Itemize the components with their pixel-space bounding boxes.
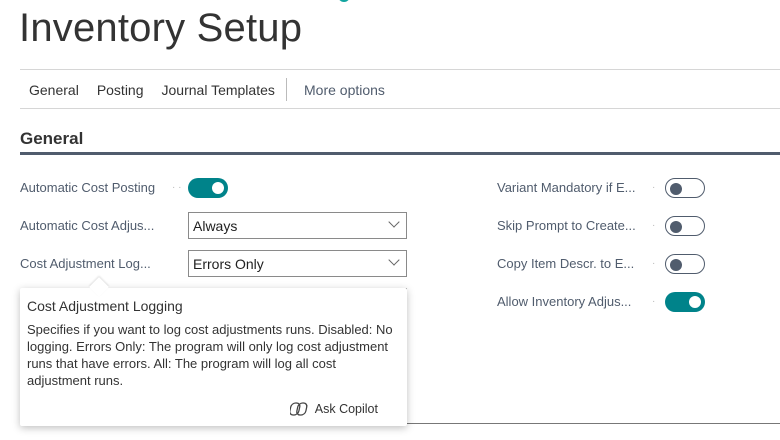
- copy-item-descr-label: Copy Item Descr. to E...: [497, 256, 635, 271]
- chevron-down-icon: [388, 254, 400, 266]
- leader-dots: ·: [652, 182, 656, 193]
- tab-general[interactable]: General: [29, 82, 79, 98]
- variant-mandatory-label: Variant Mandatory if E...: [497, 180, 636, 195]
- copilot-icon: [289, 402, 308, 416]
- ask-copilot-button[interactable]: Ask Copilot: [289, 401, 378, 417]
- cost-adjustment-logging-label: Cost Adjustment Log...: [20, 256, 151, 271]
- automatic-cost-posting-label: Automatic Cost Posting: [20, 180, 156, 195]
- skip-prompt-toggle[interactable]: [665, 216, 705, 236]
- tab-journal-templates[interactable]: Journal Templates: [162, 82, 275, 98]
- tooltip-body: Specifies if you want to log cost adjust…: [27, 322, 393, 388]
- allow-inventory-adjustment-label: Allow Inventory Adjus...: [497, 294, 632, 309]
- chevron-down-icon: [388, 216, 400, 228]
- leader-dots: · ·: [172, 182, 182, 193]
- app-indicator: [338, 0, 350, 2]
- section-underline: [20, 152, 780, 155]
- field-tooltip: Cost Adjustment Logging Specifies if you…: [20, 288, 407, 426]
- page-title: Inventory Setup: [19, 6, 303, 50]
- leader-dots: ·: [652, 220, 656, 231]
- cost-adjustment-logging-select[interactable]: Errors Only: [188, 250, 407, 277]
- automatic-cost-adjustment-select[interactable]: Always: [188, 212, 407, 239]
- tooltip-title: Cost Adjustment Logging: [27, 298, 183, 314]
- automatic-cost-adjustment-label: Automatic Cost Adjus...: [20, 218, 155, 233]
- variant-mandatory-toggle[interactable]: [665, 178, 705, 198]
- divider: [286, 78, 287, 101]
- more-options-button[interactable]: More options: [304, 82, 385, 98]
- ask-copilot-label: Ask Copilot: [314, 402, 378, 416]
- select-value: Errors Only: [193, 256, 264, 272]
- tab-posting[interactable]: Posting: [97, 82, 144, 98]
- copy-item-descr-toggle[interactable]: [665, 254, 705, 274]
- automatic-cost-posting-toggle[interactable]: [188, 178, 228, 198]
- allow-inventory-adjustment-toggle[interactable]: [665, 292, 705, 312]
- divider: [20, 108, 780, 109]
- skip-prompt-label: Skip Prompt to Create...: [497, 218, 636, 233]
- leader-dots: ·: [652, 296, 656, 307]
- action-bar: General Posting Journal Templates: [29, 82, 293, 98]
- leader-dots: ·: [652, 258, 656, 269]
- section-title-general[interactable]: General: [20, 129, 83, 149]
- divider: [20, 69, 780, 70]
- divider: [407, 423, 780, 424]
- select-value: Always: [193, 218, 238, 234]
